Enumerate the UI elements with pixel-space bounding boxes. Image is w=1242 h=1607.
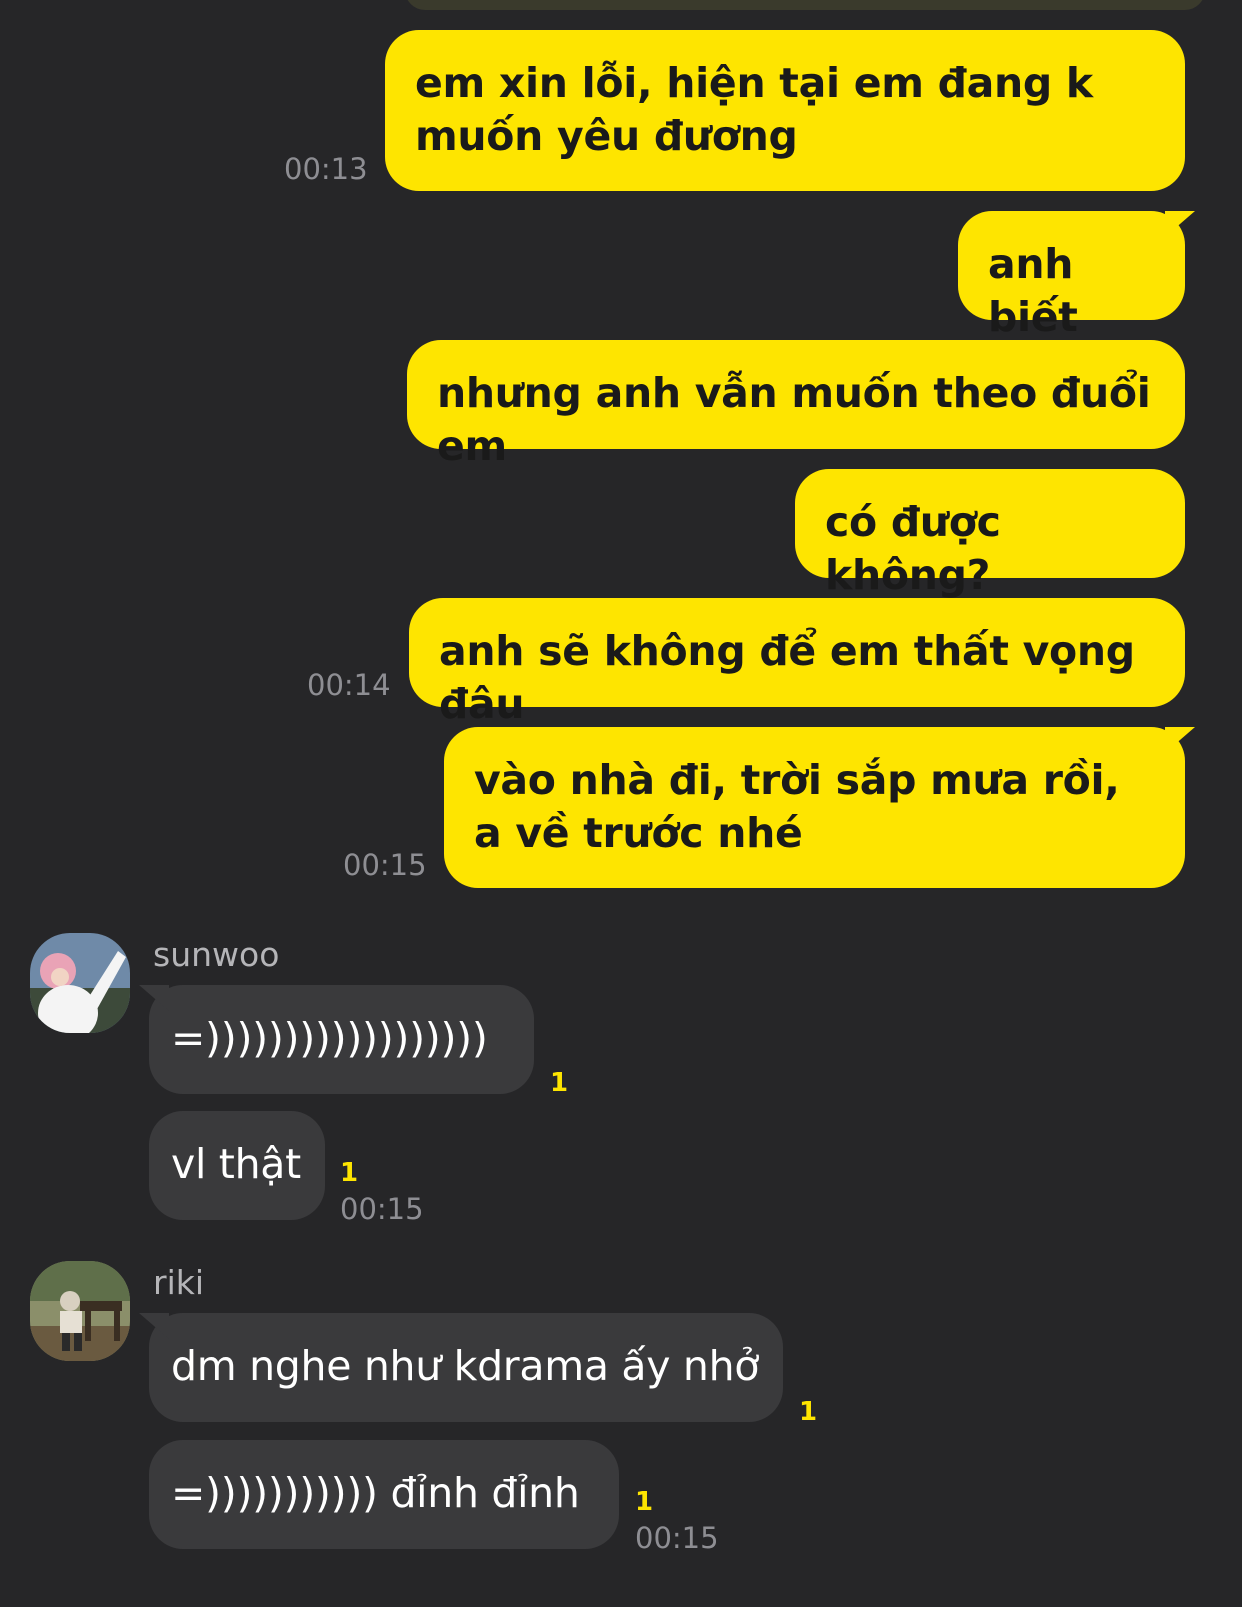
- message-timestamp: 00:15: [343, 848, 427, 882]
- outgoing-message[interactable]: vào nhà đi, trời sắp mưa rồi, a về trước…: [444, 727, 1185, 888]
- outgoing-message[interactable]: có được không?: [795, 469, 1185, 599]
- sender-name: sunwoo: [153, 935, 280, 974]
- outgoing-message[interactable]: anh biết: [958, 211, 1185, 341]
- message-timestamp: 00:15: [340, 1192, 424, 1226]
- profile-photo-icon: [30, 1261, 130, 1361]
- outgoing-message[interactable]: em xin lỗi, hiện tại em đang k muốn yêu …: [385, 30, 1185, 191]
- message-timestamp: 00:15: [635, 1521, 719, 1555]
- profile-photo-icon: [30, 933, 130, 1033]
- incoming-message[interactable]: =)))))))))))))))))): [149, 985, 534, 1094]
- sender-name: riki: [153, 1263, 205, 1302]
- previous-message-bubble: [405, 0, 1205, 10]
- unread-count: 1: [550, 1068, 569, 1098]
- incoming-message[interactable]: dm nghe như kdrama ấy nhở: [149, 1313, 783, 1422]
- avatar-riki[interactable]: [30, 1261, 130, 1361]
- message-timestamp: 00:13: [284, 152, 368, 186]
- avatar-sunwoo[interactable]: [30, 933, 130, 1033]
- outgoing-message[interactable]: nhưng anh vẫn muốn theo đuổi em: [407, 340, 1185, 470]
- message-timestamp: 00:14: [307, 668, 391, 702]
- incoming-message[interactable]: vl thật: [149, 1111, 325, 1220]
- outgoing-message[interactable]: anh sẽ không để em thất vọng đâu: [409, 598, 1185, 728]
- unread-count: 1: [635, 1487, 654, 1517]
- unread-count: 1: [340, 1158, 359, 1188]
- incoming-message[interactable]: =))))))))))) đỉnh đỉnh: [149, 1440, 619, 1549]
- unread-count: 1: [799, 1397, 818, 1427]
